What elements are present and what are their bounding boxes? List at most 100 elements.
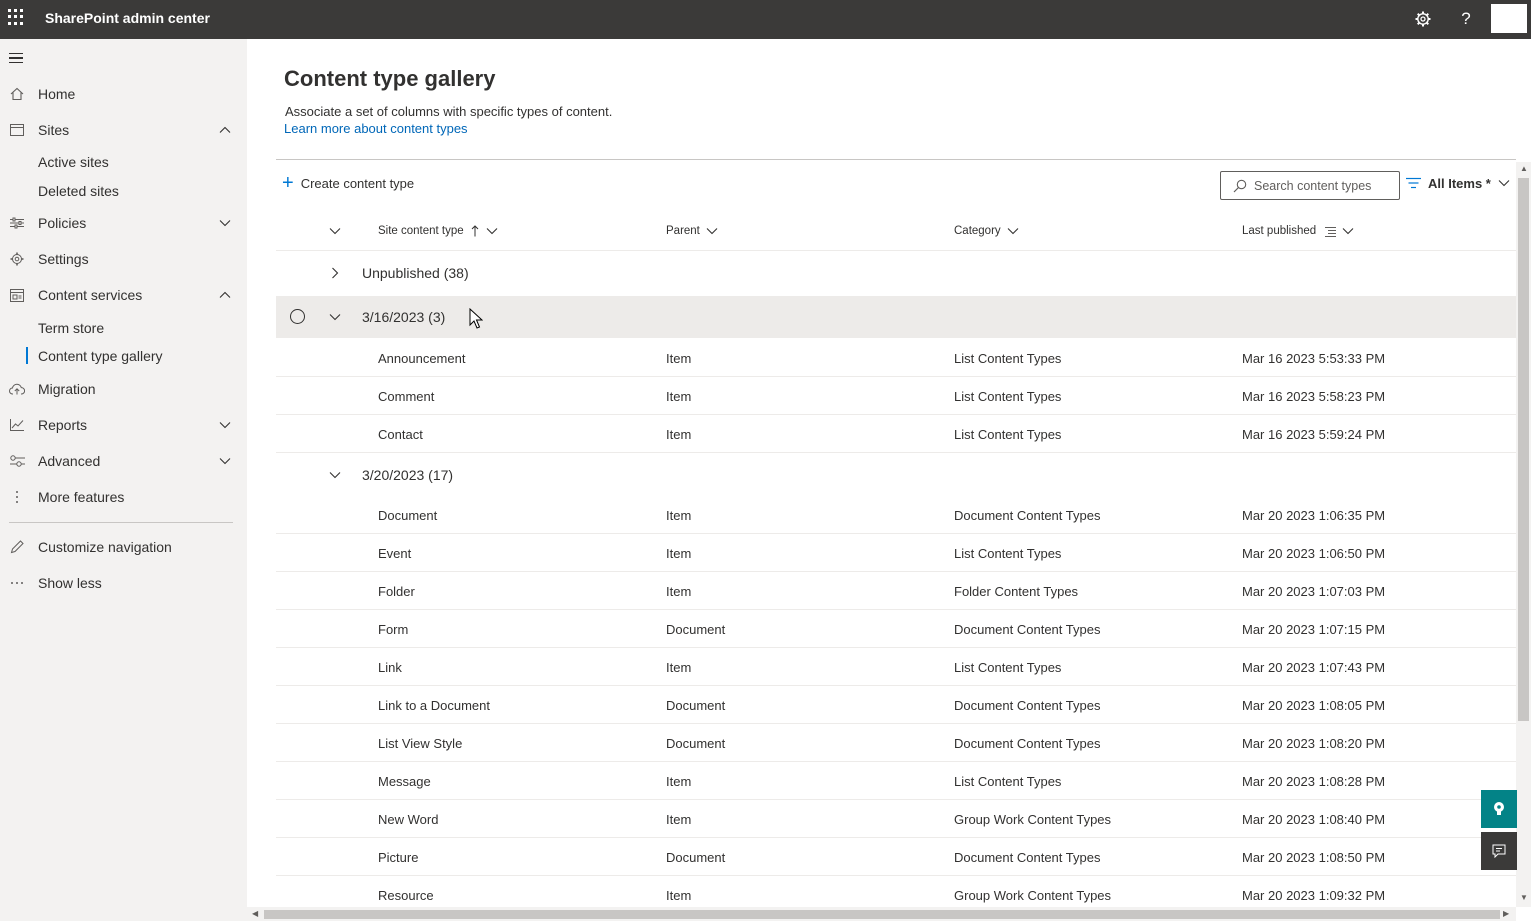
nav-term-store[interactable]: Term store (38, 317, 104, 339)
nav-advanced[interactable]: Advanced (0, 444, 247, 478)
header-divider (276, 250, 1516, 251)
cell-last-published: Mar 20 2023 1:08:40 PM (1242, 812, 1386, 827)
table-row[interactable]: Form Document Document Content Types Mar 20… (276, 610, 1516, 648)
group-header-unpublished[interactable]: Unpublished (38) (276, 252, 1516, 294)
chevron-right-icon[interactable] (329, 267, 341, 279)
column-header-parent[interactable]: Parent (666, 222, 718, 240)
table-row[interactable]: Picture Document Document Content Types Mar… (276, 838, 1516, 876)
browser-icon (9, 122, 25, 138)
table-row[interactable]: Event Item List Content Types Mar 20 2023 1… (276, 534, 1516, 572)
scroll-down-arrow-icon[interactable]: ▼ (1520, 893, 1528, 902)
feedback-button[interactable] (1481, 832, 1517, 870)
app-title[interactable]: SharePoint admin center (45, 10, 210, 26)
table-row[interactable]: Contact Item List Content Types Mar 16 2023… (276, 415, 1516, 453)
vertical-scrollbar[interactable]: ▲ ▼ (1516, 162, 1531, 907)
cell-name: Comment (378, 389, 435, 404)
help-icon[interactable]: ? (1454, 7, 1478, 31)
vertical-scroll-thumb[interactable] (1518, 178, 1529, 721)
hamburger-menu-icon[interactable] (9, 53, 23, 63)
scroll-right-arrow-icon[interactable]: ▶ (1503, 909, 1509, 918)
scroll-left-arrow-icon[interactable]: ◀ (252, 909, 258, 918)
chevron-down-icon[interactable] (329, 311, 341, 323)
group-select-checkbox[interactable] (290, 309, 305, 324)
nav-more-features[interactable]: More features (0, 480, 247, 514)
cell-category: Document Content Types (954, 698, 1101, 713)
view-selector-label: All Items * (1428, 175, 1491, 191)
scroll-up-arrow-icon[interactable]: ▲ (1520, 164, 1528, 173)
nav-customize-navigation[interactable]: Customize navigation (0, 530, 247, 564)
chevron-down-icon[interactable] (219, 217, 231, 229)
chevron-down-icon (1007, 228, 1019, 235)
nav-deleted-sites[interactable]: Deleted sites (38, 180, 119, 202)
cell-name: Folder (378, 584, 415, 599)
avatar[interactable] (1491, 4, 1527, 33)
mouse-cursor-icon (469, 308, 483, 329)
chevron-down-icon[interactable] (219, 455, 231, 467)
chevron-up-icon[interactable] (219, 289, 231, 301)
nav-show-less-label: Show less (38, 575, 102, 591)
nav-show-less[interactable]: Show less (0, 566, 247, 600)
table-row[interactable]: Comment Item List Content Types Mar 16 2023… (276, 377, 1516, 415)
nav-settings[interactable]: Settings (0, 242, 247, 276)
horizontal-scrollbar[interactable]: ◀ ▶ (247, 907, 1516, 921)
nav-content-services[interactable]: Content services (0, 278, 247, 312)
collapse-all-chevron-icon[interactable] (329, 225, 341, 237)
cell-last-published: Mar 20 2023 1:09:32 PM (1242, 888, 1386, 903)
cell-last-published: Mar 20 2023 1:06:35 PM (1242, 508, 1386, 523)
table-row[interactable]: List View Style Document Document Content … (276, 724, 1516, 762)
cell-last-published: Mar 20 2023 1:07:15 PM (1242, 622, 1386, 637)
table-row[interactable]: Folder Item Folder Content Types Mar 20 202… (276, 572, 1516, 610)
cell-name: Message (378, 774, 431, 789)
nav-reports[interactable]: Reports (0, 408, 247, 442)
cell-name: Announcement (378, 351, 466, 366)
app-launcher-icon[interactable] (8, 9, 24, 25)
cell-category: Document Content Types (954, 736, 1101, 751)
table-row[interactable]: Link Item List Content Types Mar 20 2023 1:… (276, 648, 1516, 686)
chevron-down-icon[interactable] (219, 419, 231, 431)
pencil-icon (9, 539, 25, 555)
nav-sites-label: Sites (38, 122, 70, 138)
nav-policies[interactable]: Policies (0, 206, 247, 240)
cell-name: Document (378, 508, 438, 523)
group-header-3-16-2023[interactable]: 3/16/2023 (3) (276, 296, 1516, 338)
cell-name: Picture (378, 850, 419, 865)
cell-name: Link to a Document (378, 698, 491, 713)
table-row[interactable]: Link to a Document Document Document Conte… (276, 686, 1516, 724)
chevron-up-icon[interactable] (219, 124, 231, 136)
column-header-last-published[interactable]: Last published (1242, 222, 1354, 240)
cell-category: List Content Types (954, 660, 1062, 675)
cell-name: Resource (378, 888, 434, 903)
cell-parent: Item (666, 812, 692, 827)
help-assistant-button[interactable] (1481, 790, 1517, 828)
advanced-icon (9, 453, 25, 469)
cell-name: Form (378, 622, 409, 637)
search-box[interactable] (1220, 171, 1400, 200)
nav-active-sites[interactable]: Active sites (38, 151, 109, 173)
column-header-name[interactable]: Site content type (378, 222, 498, 240)
nav-sites[interactable]: Sites (0, 113, 247, 147)
table-row[interactable]: Message Item List Content Types Mar 20 2023… (276, 762, 1516, 800)
group-header-3-20-2023[interactable]: 3/20/2023 (17) (276, 454, 1516, 496)
search-input[interactable] (1254, 178, 1394, 193)
nav-content-type-gallery[interactable]: Content type gallery (38, 345, 163, 367)
cell-parent: Item (666, 546, 692, 561)
cell-last-published: Mar 20 2023 1:07:43 PM (1242, 660, 1386, 675)
plus-icon: + (282, 172, 294, 194)
learn-more-link[interactable]: Learn more about content types (284, 121, 468, 136)
home-icon (9, 86, 25, 102)
nav-home[interactable]: Home (0, 77, 247, 111)
nav-migration[interactable]: Migration (0, 372, 247, 406)
table-row[interactable]: New Word Item Group Work Content Types Mar … (276, 800, 1516, 838)
chevron-down-icon[interactable] (329, 469, 341, 481)
gear-icon[interactable] (1411, 7, 1435, 31)
line-chart-icon (9, 417, 25, 433)
table-row[interactable]: Document Item Document Content Types Mar 20… (276, 496, 1516, 534)
create-content-type-button[interactable]: + Create content type (282, 172, 414, 194)
cell-category: Document Content Types (954, 622, 1101, 637)
view-selector[interactable]: All Items * (1406, 172, 1510, 194)
cell-last-published: Mar 16 2023 5:53:33 PM (1242, 351, 1386, 366)
column-header-category[interactable]: Category (954, 222, 1019, 240)
table-row[interactable]: Announcement Item List Content Types Mar 16… (276, 339, 1516, 377)
horizontal-scroll-thumb[interactable] (264, 910, 1500, 919)
command-bar-divider (276, 159, 1516, 160)
